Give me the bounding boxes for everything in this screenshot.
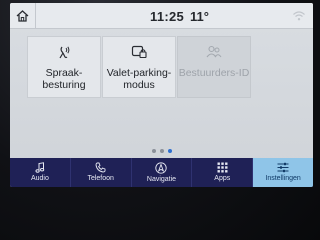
nav-settings[interactable]: Instellingen bbox=[253, 158, 313, 187]
phone-icon bbox=[95, 162, 106, 173]
touchscreen: 11:25 11° Spraak- besturing Valet-parkin… bbox=[10, 3, 313, 187]
tile-label: Bestuurders-ID bbox=[178, 67, 250, 79]
nav-apps[interactable]: Apps bbox=[192, 158, 254, 187]
nav-label: Audio bbox=[30, 175, 49, 182]
tile-label: Spraak- besturing bbox=[42, 67, 86, 91]
tile-label: Valet-parking- modus bbox=[106, 67, 172, 91]
wifi-icon bbox=[293, 11, 305, 21]
settings-sliders-icon bbox=[277, 162, 289, 173]
clock-time: 11:25 bbox=[150, 9, 185, 24]
nav-navigation[interactable]: Navigatie bbox=[132, 158, 193, 187]
nav-label: Instellingen bbox=[265, 175, 301, 182]
home-icon bbox=[16, 10, 29, 22]
outside-temperature: 11° bbox=[190, 9, 209, 24]
status-bar: 11:25 11° bbox=[10, 3, 313, 29]
nav-label: Apps bbox=[214, 175, 231, 182]
home-button[interactable] bbox=[10, 3, 36, 29]
bottom-nav-bar: Audio Telefoon Navigatie Apps Instelling… bbox=[10, 158, 313, 187]
tile-valet-mode[interactable]: Valet-parking- modus bbox=[102, 36, 176, 98]
page-dot[interactable] bbox=[151, 149, 156, 153]
music-note-icon bbox=[35, 162, 45, 173]
page-dot-active[interactable] bbox=[167, 149, 172, 153]
tile-voice-control[interactable]: Spraak- besturing bbox=[27, 36, 101, 98]
voice-icon bbox=[59, 46, 70, 59]
apps-grid-icon bbox=[217, 162, 228, 173]
nav-phone[interactable]: Telefoon bbox=[71, 158, 132, 187]
navigation-icon bbox=[155, 162, 168, 174]
valet-lock-icon bbox=[131, 45, 147, 59]
nav-label: Telefoon bbox=[87, 175, 114, 182]
tile-driver-id[interactable]: Bestuurders-ID bbox=[177, 36, 251, 98]
page-indicator bbox=[10, 149, 313, 153]
nav-label: Navigatie bbox=[146, 176, 177, 183]
nav-audio[interactable]: Audio bbox=[10, 158, 71, 187]
page-dot[interactable] bbox=[159, 149, 164, 153]
driver-id-icon bbox=[206, 45, 222, 58]
